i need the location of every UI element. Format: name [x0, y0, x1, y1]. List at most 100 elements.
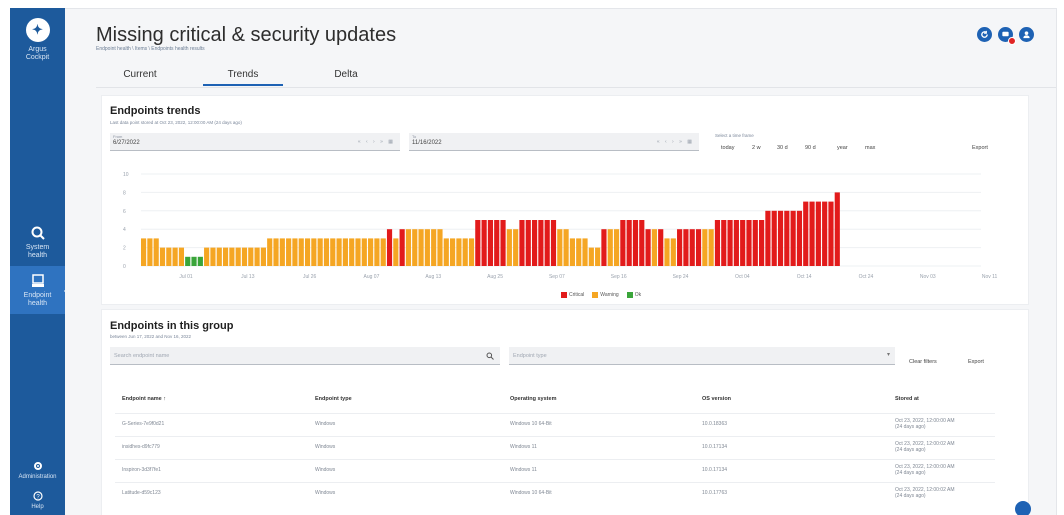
range-90d-button[interactable]: 90 d	[805, 145, 816, 151]
account-button[interactable]	[1019, 27, 1034, 42]
chart-bar[interactable]	[569, 238, 575, 266]
chart-bar[interactable]	[607, 229, 613, 266]
chart-bar[interactable]	[374, 238, 380, 266]
scroll-top-button[interactable]	[1015, 501, 1031, 515]
chart-bar[interactable]	[695, 229, 702, 266]
chart-bar[interactable]	[153, 238, 159, 266]
range-max-button[interactable]: max	[865, 145, 875, 151]
legend-item[interactable]: Critical	[561, 292, 584, 298]
chart-bar[interactable]	[834, 192, 840, 266]
chart-bar[interactable]	[147, 238, 153, 266]
chart-bar[interactable]	[494, 220, 500, 266]
chart-bar[interactable]	[658, 229, 664, 266]
chart-bar[interactable]	[185, 256, 191, 266]
chart-bar[interactable]	[323, 238, 330, 266]
chart-bar[interactable]	[141, 238, 147, 266]
chart-bar[interactable]	[588, 247, 594, 266]
chart-bar[interactable]	[172, 247, 178, 266]
chart-bar[interactable]	[380, 238, 386, 266]
chart-bar[interactable]	[418, 229, 424, 266]
chart-bar[interactable]	[361, 238, 367, 266]
chart-bar[interactable]	[626, 220, 632, 266]
chart-bar[interactable]	[229, 247, 235, 266]
chart-bar[interactable]	[828, 201, 834, 266]
chart-bar[interactable]	[815, 201, 821, 266]
sidebar-item-system-health[interactable]: System health	[10, 220, 65, 260]
chart-bar[interactable]	[721, 220, 727, 266]
chart-bar[interactable]	[241, 247, 248, 266]
col-operating-system[interactable]: Operating system	[510, 396, 556, 402]
chart-bar[interactable]	[613, 229, 620, 266]
chart-bar[interactable]	[462, 238, 468, 266]
chart-bar[interactable]	[336, 238, 342, 266]
chart-bar[interactable]	[267, 238, 273, 266]
chart-bar[interactable]	[298, 238, 304, 266]
chart-bar[interactable]	[714, 220, 721, 266]
chart-bar[interactable]	[689, 229, 695, 266]
sidebar-item-administration[interactable]: Administration	[10, 460, 65, 486]
breadcrumb[interactable]: Endpoint health \ Items \ Endpoints heal…	[96, 46, 205, 52]
chart-bar[interactable]	[191, 256, 197, 266]
chart-bar[interactable]	[683, 229, 689, 266]
chart-bar[interactable]	[582, 238, 588, 266]
chart-bar[interactable]	[677, 229, 683, 266]
chart-bar[interactable]	[481, 220, 487, 266]
refresh-button[interactable]	[977, 27, 992, 42]
chart-bar[interactable]	[456, 238, 462, 266]
chart-bar[interactable]	[538, 220, 544, 266]
chart-bar[interactable]	[330, 238, 336, 266]
tab-delta[interactable]: Delta	[306, 65, 386, 86]
chart-bar[interactable]	[437, 229, 443, 266]
chart-bar[interactable]	[468, 238, 475, 266]
chart-bar[interactable]	[475, 220, 481, 266]
chart-bar[interactable]	[210, 247, 216, 266]
chart-bar[interactable]	[601, 229, 607, 266]
chart-bar[interactable]	[550, 220, 557, 266]
chart-bar[interactable]	[664, 238, 670, 266]
chart-bar[interactable]	[487, 220, 494, 266]
col-endpoint-type[interactable]: Endpoint type	[315, 396, 352, 402]
chart-bar[interactable]	[368, 238, 374, 266]
chart-bar[interactable]	[431, 229, 437, 266]
chart-bar[interactable]	[595, 247, 601, 266]
chart-bar[interactable]	[273, 238, 279, 266]
chart-bar[interactable]	[450, 238, 456, 266]
trends-export-button[interactable]: Export	[972, 145, 988, 151]
chart-bar[interactable]	[620, 220, 626, 266]
sidebar-item-help[interactable]: ? Help	[10, 490, 65, 514]
chart-bar[interactable]	[557, 229, 563, 266]
chart-bar[interactable]	[746, 220, 752, 266]
chart-bar[interactable]	[424, 229, 430, 266]
chart-bar[interactable]	[784, 210, 790, 266]
chart-bar[interactable]	[733, 220, 739, 266]
endpoint-type-select[interactable]: Endpoint type ▾	[509, 347, 895, 365]
chart-bar[interactable]	[822, 201, 828, 266]
app-logo[interactable]: ✦ Argus Cockpit	[10, 18, 65, 62]
from-date-field[interactable]: From 6/27/2022 « ‹ › » ▦	[110, 133, 400, 151]
legend-item[interactable]: Ok	[626, 292, 641, 298]
col-stored-at[interactable]: Stored at	[895, 396, 919, 402]
search-input[interactable]: Search endpoint name	[110, 347, 500, 365]
chart-bar[interactable]	[279, 238, 285, 266]
chart-bar[interactable]	[790, 210, 796, 266]
chart-bar[interactable]	[178, 247, 185, 266]
chart-bar[interactable]	[159, 247, 166, 266]
chart-bar[interactable]	[531, 220, 538, 266]
chart-bar[interactable]	[342, 238, 348, 266]
chart-bar[interactable]	[222, 247, 229, 266]
chart-bar[interactable]	[197, 256, 203, 266]
chart-bar[interactable]	[286, 238, 292, 266]
group-export-button[interactable]: Export	[968, 359, 984, 365]
sidebar-item-endpoint-health[interactable]: Endpoint health	[10, 266, 71, 314]
chart-bar[interactable]	[204, 247, 210, 266]
chart-bar[interactable]	[292, 238, 298, 266]
chart-bar[interactable]	[771, 210, 777, 266]
date-nav-icon[interactable]: « ‹ › » ▦	[358, 139, 395, 145]
chart-bar[interactable]	[670, 238, 676, 266]
chart-bar[interactable]	[544, 220, 550, 266]
chart-bar[interactable]	[796, 210, 803, 266]
chart-bar[interactable]	[632, 220, 639, 266]
range-2w-button[interactable]: 2 w	[752, 145, 761, 151]
date-nav-icon[interactable]: « ‹ › » ▦	[657, 139, 694, 145]
tab-current[interactable]: Current	[100, 65, 180, 86]
